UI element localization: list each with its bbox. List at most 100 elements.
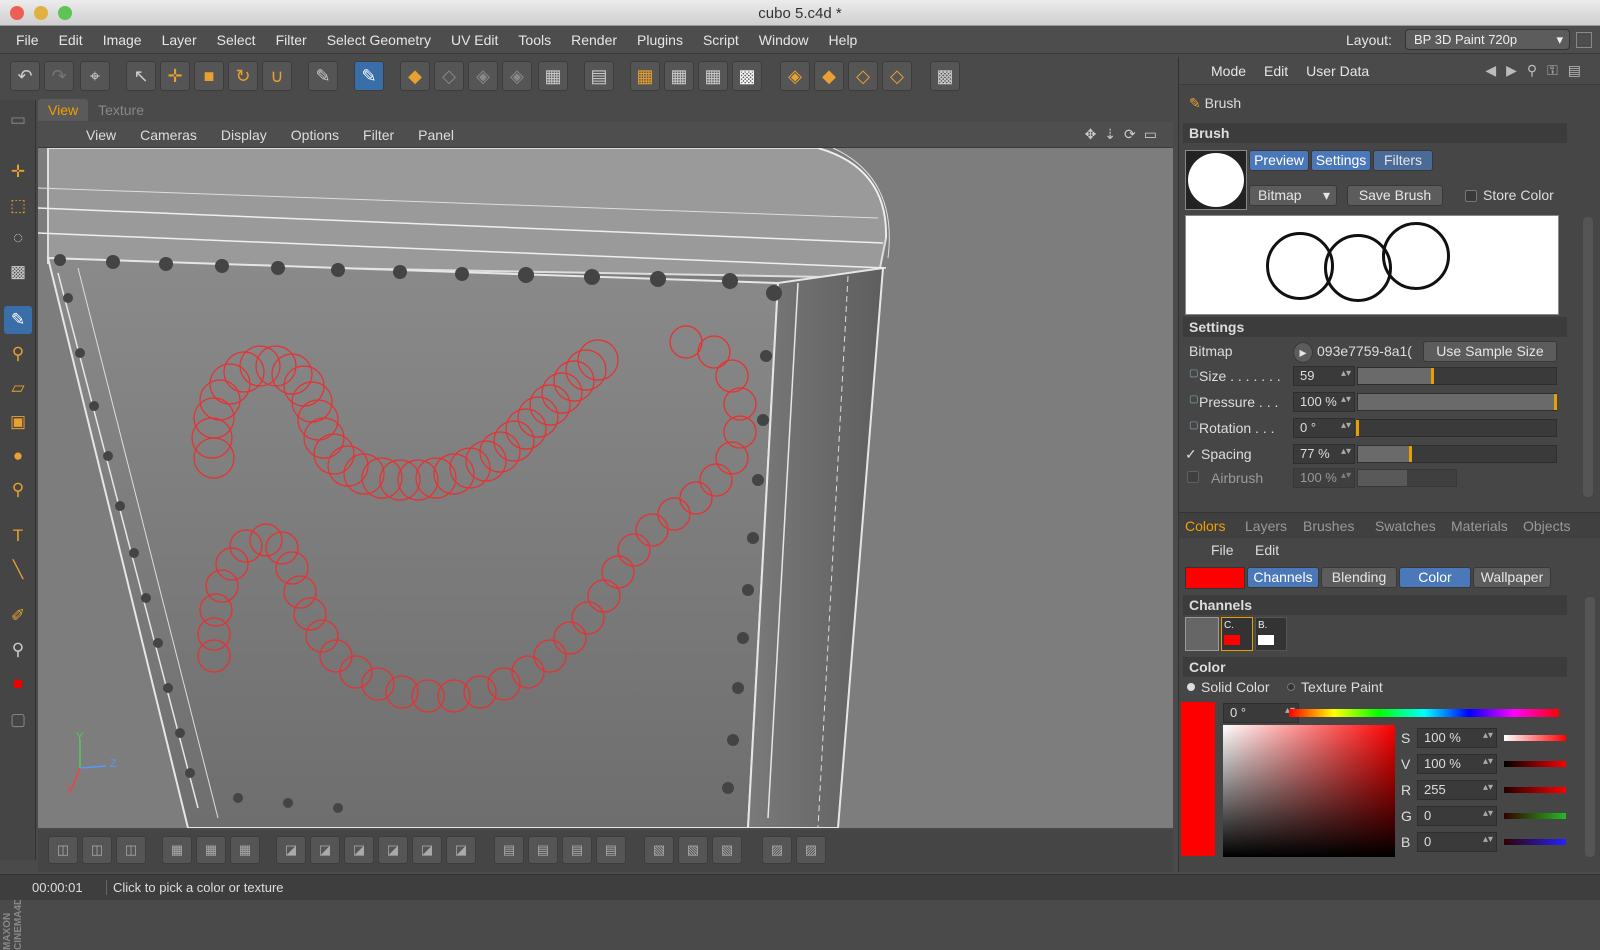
uv-tool-icon-2[interactable]: ◫ — [82, 836, 112, 864]
axis-move-icon[interactable]: ✛ — [4, 158, 32, 186]
uv-tool-icon-7[interactable]: ◪ — [276, 836, 306, 864]
menu-render[interactable]: Render — [561, 26, 627, 54]
fill-icon[interactable]: ● — [4, 442, 32, 470]
uv-tool-icon-19[interactable]: ▧ — [712, 836, 742, 864]
spacing-slider[interactable] — [1357, 445, 1557, 463]
use-sample-size-button[interactable]: Use Sample Size — [1423, 341, 1557, 362]
tab-swatches[interactable]: Swatches — [1375, 518, 1436, 534]
polygon-select-icon[interactable]: ▩ — [4, 258, 32, 286]
tab-materials[interactable]: Materials — [1451, 518, 1508, 534]
blending-button[interactable]: Blending — [1321, 567, 1397, 588]
magnet-icon[interactable]: ∪ — [262, 61, 292, 91]
viewport-nav-icons[interactable]: ✥⇣⟳▭ — [1085, 126, 1165, 143]
s-slider[interactable] — [1504, 735, 1566, 741]
zoom-icon[interactable]: ⚲ — [4, 636, 32, 664]
layout-select[interactable]: BP 3D Paint 720p ▾ — [1405, 29, 1570, 50]
rotation-anim-icon[interactable]: ▢ — [1189, 420, 1198, 431]
preview-button[interactable]: Preview — [1249, 150, 1309, 171]
cube-box-icon[interactable]: ◇ — [848, 61, 878, 91]
uv-tool-icon-8[interactable]: ◪ — [310, 836, 340, 864]
attributes-scrollbar[interactable] — [1583, 217, 1593, 497]
menu-script[interactable]: Script — [693, 26, 749, 54]
menu-file[interactable]: File — [6, 26, 49, 54]
attr-menu-mode[interactable]: Mode — [1211, 63, 1246, 79]
menu-uv-edit[interactable]: UV Edit — [441, 26, 508, 54]
render-region-icon[interactable]: ▦ — [630, 61, 660, 91]
magnifier-icon[interactable]: ⚲ — [4, 476, 32, 504]
pressure-slider[interactable] — [1357, 393, 1557, 411]
hue-field[interactable]: 0 °▴▾ — [1223, 703, 1299, 723]
channel-bump-tile[interactable]: B. — [1255, 617, 1287, 651]
menu-window[interactable]: Window — [749, 26, 819, 54]
uv-points-icon[interactable]: ◈ — [468, 61, 498, 91]
g-field[interactable]: 0 ▴▾ — [1417, 806, 1497, 826]
uv-tool-icon-5[interactable]: ▦ — [196, 836, 226, 864]
uv-tool-icon-6[interactable]: ▦ — [230, 836, 260, 864]
vmenu-view[interactable]: View — [86, 127, 116, 143]
channel-all-icon[interactable] — [1185, 617, 1219, 651]
spacing-field[interactable]: 77 % ▴▾ — [1293, 444, 1355, 464]
brush-tip-preview[interactable] — [1185, 150, 1247, 210]
lasso-select-icon[interactable]: ◌ — [4, 224, 32, 252]
quick-mask-icon[interactable]: ▢ — [4, 706, 32, 734]
hue-slider[interactable] — [1289, 709, 1559, 717]
eraser-icon[interactable]: ▱ — [4, 374, 32, 402]
paint-3d-icon[interactable]: ✎ — [354, 61, 384, 91]
uv-tool-icon-10[interactable]: ◪ — [378, 836, 408, 864]
channel-color-tile[interactable]: C. — [1221, 617, 1253, 651]
spacing-checkbox[interactable]: ✓ — [1185, 446, 1197, 463]
tab-colors[interactable]: Colors — [1185, 518, 1225, 534]
brush-tool-icon[interactable]: ✎ — [308, 61, 338, 91]
uv-tool-icon-3[interactable]: ◫ — [116, 836, 146, 864]
undo-icon[interactable]: ↶ — [10, 61, 40, 91]
v-field[interactable]: 100 % ▴▾ — [1417, 754, 1497, 774]
render-settings-icon[interactable]: ▩ — [732, 61, 762, 91]
vmenu-display[interactable]: Display — [221, 127, 267, 143]
bitmap-select[interactable]: Bitmap ▾ — [1249, 185, 1337, 206]
airbrush-checkbox[interactable] — [1187, 471, 1199, 483]
uv-tool-icon-15[interactable]: ▤ — [562, 836, 592, 864]
attr-menu-edit[interactable]: Edit — [1264, 63, 1288, 79]
render-picture-icon[interactable]: ▦ — [698, 61, 728, 91]
uv-tool-icon-4[interactable]: ▦ — [162, 836, 192, 864]
uv-tool-icon-17[interactable]: ▧ — [644, 836, 674, 864]
b-field[interactable]: 0 ▴▾ — [1417, 832, 1497, 852]
saturation-value-picker[interactable] — [1223, 725, 1395, 857]
color-button[interactable]: Color — [1399, 567, 1471, 588]
render-tag-icon[interactable]: ▩ — [930, 61, 960, 91]
menu-layer[interactable]: Layer — [152, 26, 207, 54]
settings-button[interactable]: Settings — [1311, 150, 1371, 171]
tab-texture[interactable]: Texture — [88, 99, 154, 121]
texture-paint-radio[interactable] — [1287, 683, 1295, 691]
wallpaper-button[interactable]: Wallpaper — [1473, 567, 1551, 588]
airbrush-slider[interactable] — [1357, 469, 1457, 487]
pressure-field[interactable]: 100 % ▴▾ — [1293, 392, 1355, 412]
uv-tool-icon-20[interactable]: ▨ — [762, 836, 792, 864]
colors-menu-edit[interactable]: Edit — [1255, 542, 1279, 558]
s-field[interactable]: 100 % ▴▾ — [1417, 728, 1497, 748]
uv-polygons-icon[interactable]: ◈ — [502, 61, 532, 91]
uv-tool-icon-16[interactable]: ▤ — [596, 836, 626, 864]
r-slider[interactable] — [1504, 787, 1566, 793]
airbrush-field[interactable]: 100 % ▴▾ — [1293, 468, 1355, 488]
cube-object-icon[interactable]: ◈ — [780, 61, 810, 91]
size-slider[interactable] — [1357, 367, 1557, 385]
channels-button[interactable]: Channels — [1247, 567, 1319, 588]
tab-layers[interactable]: Layers — [1245, 518, 1287, 534]
attr-nav-icons[interactable]: ◀▶⚲⚿▤ — [1485, 62, 1591, 79]
cube-outline-icon[interactable]: ◇ — [882, 61, 912, 91]
checker-texture-icon[interactable]: ▦ — [538, 61, 568, 91]
tab-objects[interactable]: Objects — [1523, 518, 1570, 534]
render-view-icon[interactable]: ▤ — [584, 61, 614, 91]
menu-edit[interactable]: Edit — [49, 26, 93, 54]
line-tool-icon[interactable]: ╲ — [4, 556, 32, 584]
color-swatch-icon[interactable]: ■ — [4, 670, 32, 698]
render-active-icon[interactable]: ▦ — [664, 61, 694, 91]
vmenu-panel[interactable]: Panel — [418, 127, 454, 143]
rotate-icon[interactable]: ↻ — [228, 61, 258, 91]
rect-select-icon[interactable]: ⬚ — [4, 192, 32, 220]
size-field[interactable]: 59 ▴▾ — [1293, 366, 1355, 386]
uv-tool-icon-13[interactable]: ▤ — [494, 836, 524, 864]
rotation-field[interactable]: 0 ° ▴▾ — [1293, 418, 1355, 438]
v-slider[interactable] — [1504, 761, 1566, 767]
